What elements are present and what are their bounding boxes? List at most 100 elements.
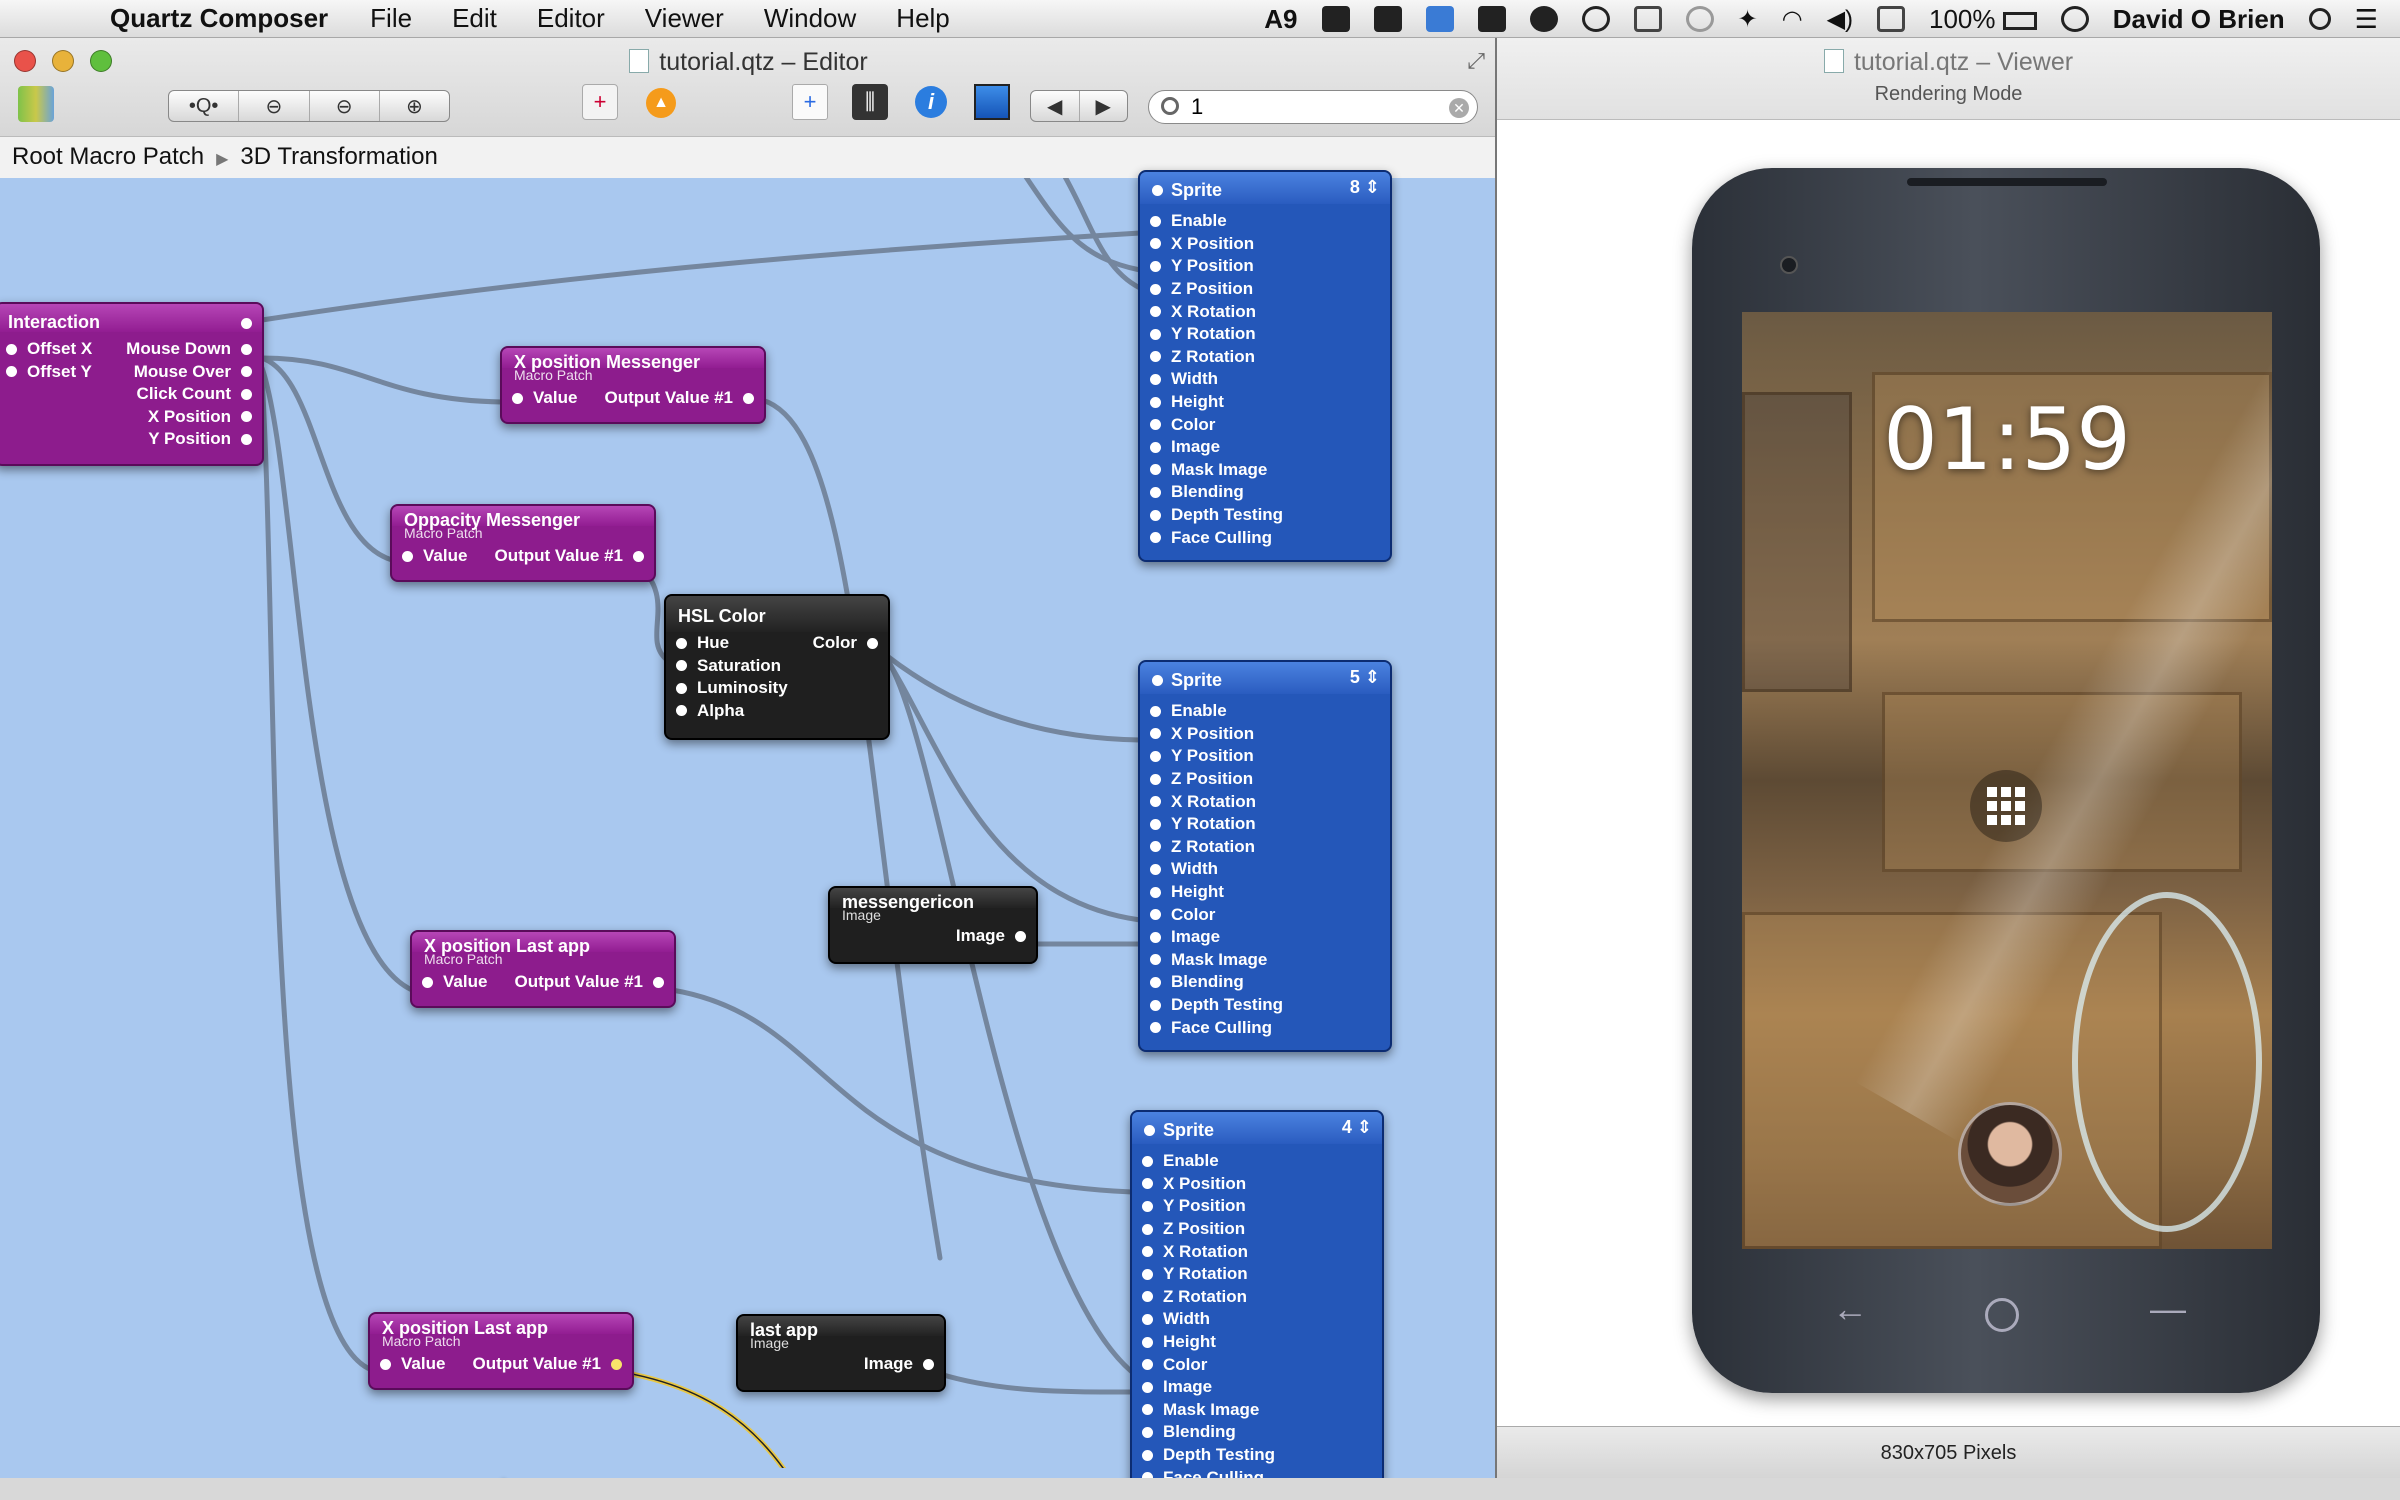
sprite-layer-badge[interactable]: 4 ⇕ [1342,1117,1372,1138]
phone-screen[interactable]: 01:59 [1742,312,2272,1249]
sprite-input-port[interactable]: Image [1150,437,1220,457]
copy-icon[interactable] [1633,6,1662,32]
sprite-input-port[interactable]: Face Culling [1150,1018,1272,1038]
battery-status[interactable]: 100% [1929,4,2037,35]
sprite-title-port[interactable] [1152,185,1163,196]
spotlight-icon[interactable] [2308,8,2331,30]
sprite-input-port[interactable]: Width [1142,1309,1210,1329]
menu-window[interactable]: Window [744,3,876,34]
sprite-input-port[interactable]: X Position [1150,724,1254,744]
sprite-input-port[interactable]: Depth Testing [1150,505,1283,525]
back-arrow-icon[interactable]: ← [1832,1288,1868,1330]
port-offset-y[interactable]: Offset Y [6,362,92,382]
sprite-patch-5[interactable]: Sprite 5 ⇕ Enable X Position Y Position Z P… [1138,660,1392,1052]
user-menu[interactable]: David O Brien [2113,4,2285,35]
patch-library-icon[interactable] [18,86,54,122]
sprite-input-port[interactable]: Depth Testing [1150,995,1283,1015]
sprite-input-port[interactable]: Color [1150,905,1215,925]
sprite-input-port[interactable]: Y Rotation [1142,1264,1248,1284]
zoom-reset-button[interactable]: ⊖ [310,91,380,121]
rendering-mode-label[interactable]: Rendering Mode [1497,83,2400,106]
port-offset-x[interactable]: Offset X [6,339,92,359]
sprite-input-port[interactable]: Enable [1150,701,1227,721]
sprite-input-port[interactable]: Y Position [1150,746,1254,766]
info-icon[interactable]: i [915,86,947,118]
breadcrumb-root[interactable]: Root Macro Patch [12,143,204,170]
sprite-input-port[interactable]: Y Position [1142,1196,1246,1216]
port-y-position[interactable]: Y Position [148,429,252,449]
wire-top-1[interactable] [1020,178,1143,273]
port-image[interactable]: Image [864,1354,934,1374]
apps-grid-icon[interactable] [1970,770,2042,842]
port-output-value[interactable]: Output Value #1 [495,546,644,566]
wire-interaction-sprite8[interactable] [259,230,1143,323]
port-luminosity[interactable]: Luminosity [676,678,788,698]
port-output-value[interactable]: Output Value #1 [473,1354,622,1374]
zoom-in-button[interactable]: ⊕ [380,91,449,121]
patch-canvas[interactable]: Interaction Offset X Mouse Down Offset Y M… [0,170,1495,1478]
wire-lastapp1-sprite4[interactable] [669,987,1135,1195]
sprite-input-port[interactable]: Face Culling [1150,528,1272,548]
port-value[interactable]: Value [402,546,467,566]
sync-icon[interactable] [1581,6,1610,32]
camera-icon[interactable] [1373,6,1402,32]
volume-icon[interactable]: ◀) [1827,5,1853,34]
port-click-count[interactable]: Click Count [137,384,252,404]
xpos-lastapp-patch-1[interactable]: X position Last app Macro Patch Value Out… [410,930,676,1008]
menu-dash-icon[interactable]: — [2150,1288,2186,1330]
menu-edit[interactable]: Edit [432,3,517,34]
sprite-input-port[interactable]: Mask Image [1150,950,1267,970]
sprite-input-port[interactable]: Blending [1150,482,1244,502]
interaction-title-port[interactable] [241,318,252,329]
last-app-patch[interactable]: last app Image Image [736,1314,946,1392]
sprite-input-port[interactable]: X Rotation [1150,792,1256,812]
sprite-input-port[interactable]: Enable [1150,211,1227,231]
sprite-input-port[interactable]: Depth Testing [1142,1445,1275,1465]
port-image[interactable]: Image [956,926,1026,946]
sprite-input-port[interactable]: X Rotation [1142,1242,1248,1262]
sprite-input-port[interactable]: Height [1142,1332,1216,1352]
parameters-icon[interactable]: ⫼ [852,84,888,120]
port-hue[interactable]: Hue [676,633,729,653]
sprite-input-port[interactable]: Z Rotation [1150,347,1255,367]
sprite-patch-8[interactable]: Sprite 8 ⇕ Enable X Position Y Position Z P… [1138,170,1392,562]
port-output-value[interactable]: Output Value #1 [515,972,664,992]
sprite-layer-badge[interactable]: 8 ⇕ [1350,177,1380,198]
clock-icon[interactable] [2060,6,2089,32]
sprite-input-port[interactable]: Face Culling [1142,1468,1264,1478]
xpos-lastapp-patch-2[interactable]: X position Last app Macro Patch Value Out… [368,1312,634,1390]
port-color[interactable]: Color [813,633,878,653]
sprite-input-port[interactable]: Image [1142,1377,1212,1397]
sprite-input-port[interactable]: X Position [1142,1174,1246,1194]
sprite-input-port[interactable]: Color [1150,415,1215,435]
menu-help[interactable]: Help [876,3,969,34]
app-menu[interactable]: Quartz Composer [80,3,350,34]
create-macro-icon[interactable]: + [582,84,618,120]
wire-xpos-msg-out[interactable] [759,397,943,1261]
wifi-icon[interactable]: ◠ [1782,5,1803,34]
port-alpha[interactable]: Alpha [676,701,744,721]
wire-mouse-lastapp1[interactable] [259,365,415,993]
xpos-messenger-patch[interactable]: X position Messenger Macro Patch Value Ou… [500,346,766,424]
hsl-color-patch[interactable]: HSL Color Hue Color Saturation Luminosity… [664,594,890,740]
adobe-icon[interactable]: A9 [1264,4,1297,35]
sprite-input-port[interactable]: Mask Image [1150,460,1267,480]
sprite-input-port[interactable]: Z Rotation [1142,1287,1247,1307]
sprite-input-port[interactable]: X Position [1150,234,1254,254]
wire-lastapp-image[interactable] [937,1371,1135,1395]
port-saturation[interactable]: Saturation [676,656,781,676]
sprite-input-port[interactable]: Mask Image [1142,1400,1259,1420]
port-output-value[interactable]: Output Value #1 [605,388,754,408]
bluetooth-icon[interactable]: ✦ [1738,5,1758,34]
back-button[interactable]: ◀ [1031,91,1080,121]
chathead-avatar[interactable] [1958,1102,2062,1206]
sprite-input-port[interactable]: Blending [1150,972,1244,992]
wire-hsl-sprite4[interactable] [879,649,1135,1375]
port-mouse-over[interactable]: Mouse Over [134,362,252,382]
sprite-input-port[interactable]: Height [1150,882,1224,902]
sprite-input-port[interactable]: Z Position [1150,769,1253,789]
sprite-input-port[interactable]: Width [1150,859,1218,879]
menu-viewer[interactable]: Viewer [625,3,744,34]
cloud-icon[interactable] [1529,6,1558,32]
sprite-title-port[interactable] [1152,675,1163,686]
